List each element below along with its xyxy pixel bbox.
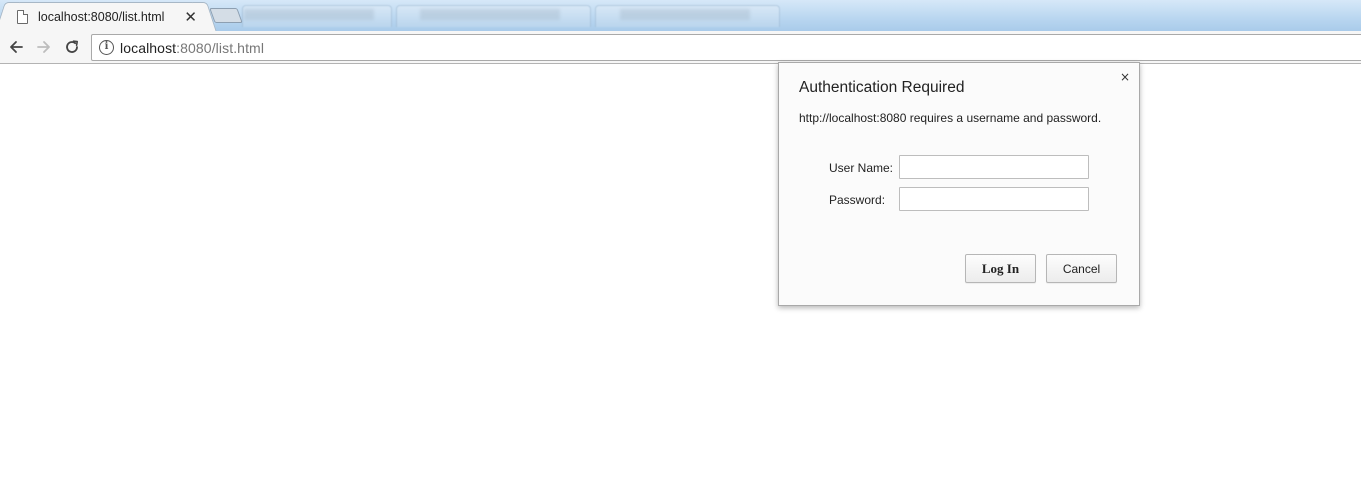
tab-title: localhost:8080/list.html: [38, 10, 165, 24]
blurred-tab-title: [420, 9, 560, 20]
url-text: localhost:8080/list.html: [120, 40, 264, 56]
forward-button[interactable]: [34, 37, 54, 57]
tab-strip: localhost:8080/list.html ✕: [0, 0, 1361, 31]
url-path: :8080/list.html: [176, 40, 265, 56]
reload-icon: [66, 40, 78, 53]
browser-toolbar: i localhost:8080/list.html: [0, 31, 1361, 64]
dialog-message: http://localhost:8080 requires a usernam…: [799, 111, 1102, 125]
cancel-button[interactable]: Cancel: [1046, 254, 1117, 283]
address-bar[interactable]: i localhost:8080/list.html: [91, 34, 1361, 61]
new-tab-button[interactable]: [209, 8, 243, 23]
page-icon: [17, 10, 28, 24]
password-label: Password:: [829, 193, 886, 207]
url-host: localhost: [120, 40, 177, 56]
auth-dialog: × Authentication Required http://localho…: [778, 62, 1140, 306]
close-icon[interactable]: ×: [1120, 70, 1130, 84]
tab-active[interactable]: localhost:8080/list.html ✕: [8, 2, 204, 31]
username-label: User Name:: [829, 161, 894, 175]
username-input[interactable]: [899, 155, 1089, 179]
login-button[interactable]: Log In: [965, 254, 1036, 283]
blurred-tab-title: [620, 9, 750, 20]
forward-arrow-icon: [37, 41, 50, 53]
back-arrow-icon: [10, 41, 23, 53]
reload-button[interactable]: [62, 37, 82, 57]
password-input[interactable]: [899, 187, 1089, 211]
blurred-tab-title: [244, 9, 374, 20]
info-icon[interactable]: i: [99, 40, 114, 55]
dialog-title: Authentication Required: [799, 79, 965, 96]
back-button[interactable]: [6, 37, 26, 57]
tab-close-icon[interactable]: ✕: [184, 9, 197, 25]
